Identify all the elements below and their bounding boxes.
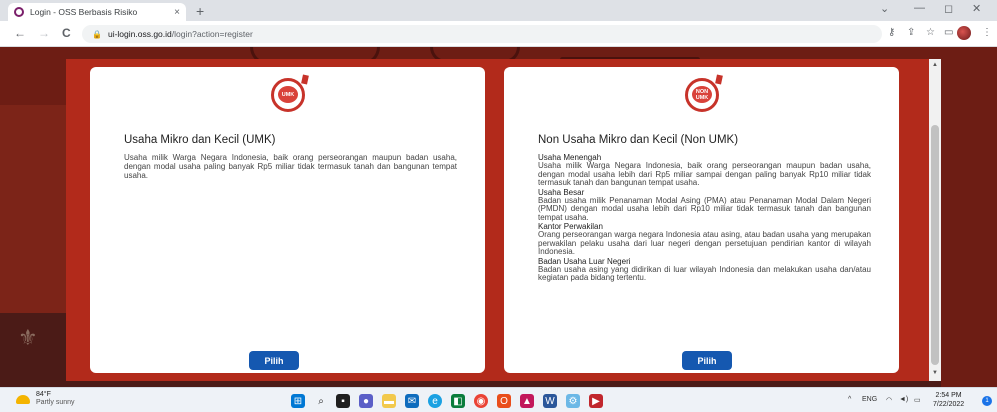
page-side-panel (0, 105, 66, 315)
umk-description: Usaha milik Warga Negara Indonesia, baik… (124, 153, 457, 180)
clock-date: 7/22/2022 (933, 401, 965, 408)
tab-search-icon[interactable]: ⌄ (880, 2, 889, 15)
word-icon[interactable]: W (543, 394, 557, 408)
partly-sunny-icon (16, 394, 30, 404)
clock-time: 2:54 PM (935, 392, 962, 399)
section-text: Usaha milik Warga Negara Indonesia, baik… (538, 161, 871, 187)
file-explorer-icon[interactable]: ▬ (382, 394, 396, 408)
url-host: ui-login.oss.go.id (107, 29, 172, 39)
browser-toolbar: ← → C 🔒 ui-login.oss.go.id/login?action=… (0, 21, 997, 47)
volume-icon[interactable]: ◄) (899, 396, 908, 403)
register-type-modal: UMK Usaha Mikro dan Kecil (UMK) Usaha mi… (66, 59, 929, 381)
search-icon[interactable]: ⌕ (314, 394, 328, 408)
scroll-up-icon[interactable]: ▲ (932, 62, 938, 68)
non-umk-title: Non Usaha Mikro dan Kecil (Non UMK) (538, 134, 739, 146)
non-umk-card: NON UMK Non Usaha Mikro dan Kecil (Non U… (504, 67, 899, 373)
start-icon[interactable]: ⊞ (291, 394, 305, 408)
scrollbar-thumb[interactable] (931, 125, 939, 365)
system-clock[interactable]: 2:54 PM 7/22/2022 (933, 391, 964, 409)
weather-temp: 84°F (36, 391, 51, 398)
chat-icon[interactable]: ● (359, 394, 373, 408)
modal-scrollbar[interactable]: ▲ ▼ (929, 59, 941, 381)
side-panel-icon[interactable]: ▭ (944, 27, 953, 38)
page-backdrop-right (941, 47, 997, 387)
umk-badge-icon: UMK (271, 74, 309, 114)
chrome-icon[interactable]: ◉ (474, 394, 488, 408)
umk-card: UMK Usaha Mikro dan Kecil (UMK) Usaha mi… (90, 67, 485, 373)
url-path: /login?action=register (171, 29, 253, 39)
oss-favicon-icon (14, 7, 24, 17)
non-umk-sections: Usaha Menengah Usaha milik Warga Negara … (538, 153, 871, 283)
section-usaha-menengah: Usaha Menengah Usaha milik Warga Negara … (538, 153, 871, 188)
section-badan-usaha-luar-negeri: Badan Usaha Luar Negeri Badan usaha asin… (538, 257, 871, 283)
browser-tab[interactable]: Login - OSS Berbasis Risiko × (8, 3, 186, 21)
battery-icon[interactable]: ▭ (914, 396, 921, 404)
section-text: Badan usaha asing yang didirikan di luar… (538, 264, 871, 282)
lock-icon: 🔒 (92, 29, 102, 39)
browser-tab-strip: Login - OSS Berbasis Risiko × + ⌄ — ◻ ✕ (0, 0, 997, 21)
task-view-icon[interactable]: ▪ (336, 394, 350, 408)
edge-icon[interactable]: e (428, 394, 442, 408)
pilih-non-umk-button[interactable]: Pilih (682, 351, 732, 370)
media-icon[interactable]: ▶ (589, 394, 603, 408)
section-text: Orang perseorangan warga negara Indonesi… (538, 230, 871, 256)
restore-icon[interactable]: ◻ (944, 2, 953, 15)
profile-avatar[interactable] (957, 26, 971, 40)
weather-widget[interactable]: 84°F Partly sunny (16, 391, 75, 407)
store-icon[interactable]: ◧ (451, 394, 465, 408)
forward-button[interactable]: → (38, 26, 50, 40)
new-tab-button[interactable]: + (196, 3, 204, 19)
photos-icon[interactable]: ▲ (520, 394, 534, 408)
notification-badge[interactable]: 1 (982, 396, 992, 406)
window-close-icon[interactable]: ✕ (972, 2, 981, 15)
pilih-umk-button[interactable]: Pilih (249, 351, 299, 370)
language-indicator[interactable]: ENG (862, 396, 877, 403)
scroll-down-icon[interactable]: ▼ (932, 370, 938, 376)
bookmark-star-icon[interactable]: ☆ (926, 27, 935, 38)
wifi-icon[interactable]: ◠ (886, 396, 892, 404)
menu-kebab-icon[interactable]: ⋮ (982, 27, 992, 38)
minimize-icon[interactable]: — (914, 2, 925, 14)
back-button[interactable]: ← (14, 26, 26, 40)
mail-icon[interactable]: ✉ (405, 394, 419, 408)
section-usaha-besar: Usaha Besar Badan usaha milik Penanaman … (538, 188, 871, 223)
windows-taskbar: 84°F Partly sunny ⊞ ⌕ ▪ ● ▬ ✉ e ◧ ◉ O ▲ … (0, 387, 997, 412)
garuda-emblem-icon: ⚜ (18, 325, 38, 350)
settings-gear-icon[interactable]: ⚙ (566, 394, 580, 408)
tab-close-icon[interactable]: × (174, 7, 180, 18)
address-bar[interactable]: 🔒 ui-login.oss.go.id/login?action=regist… (82, 25, 882, 43)
share-icon[interactable]: ⇪ (907, 27, 915, 38)
non-umk-badge-icon: NON UMK (685, 74, 723, 114)
office-icon[interactable]: O (497, 394, 511, 408)
weather-desc: Partly sunny (36, 399, 75, 406)
section-kantor-perwakilan: Kantor Perwakilan Orang perseorangan war… (538, 222, 871, 257)
section-text: Badan usaha milik Penanaman Modal Asing … (538, 195, 871, 222)
key-icon[interactable]: ⚷ (888, 27, 895, 38)
tray-chevron-icon[interactable]: ^ (848, 396, 851, 403)
reload-button[interactable]: C (62, 26, 71, 40)
umk-title: Usaha Mikro dan Kecil (UMK) (124, 134, 276, 146)
tab-title: Login - OSS Berbasis Risiko (30, 7, 138, 17)
